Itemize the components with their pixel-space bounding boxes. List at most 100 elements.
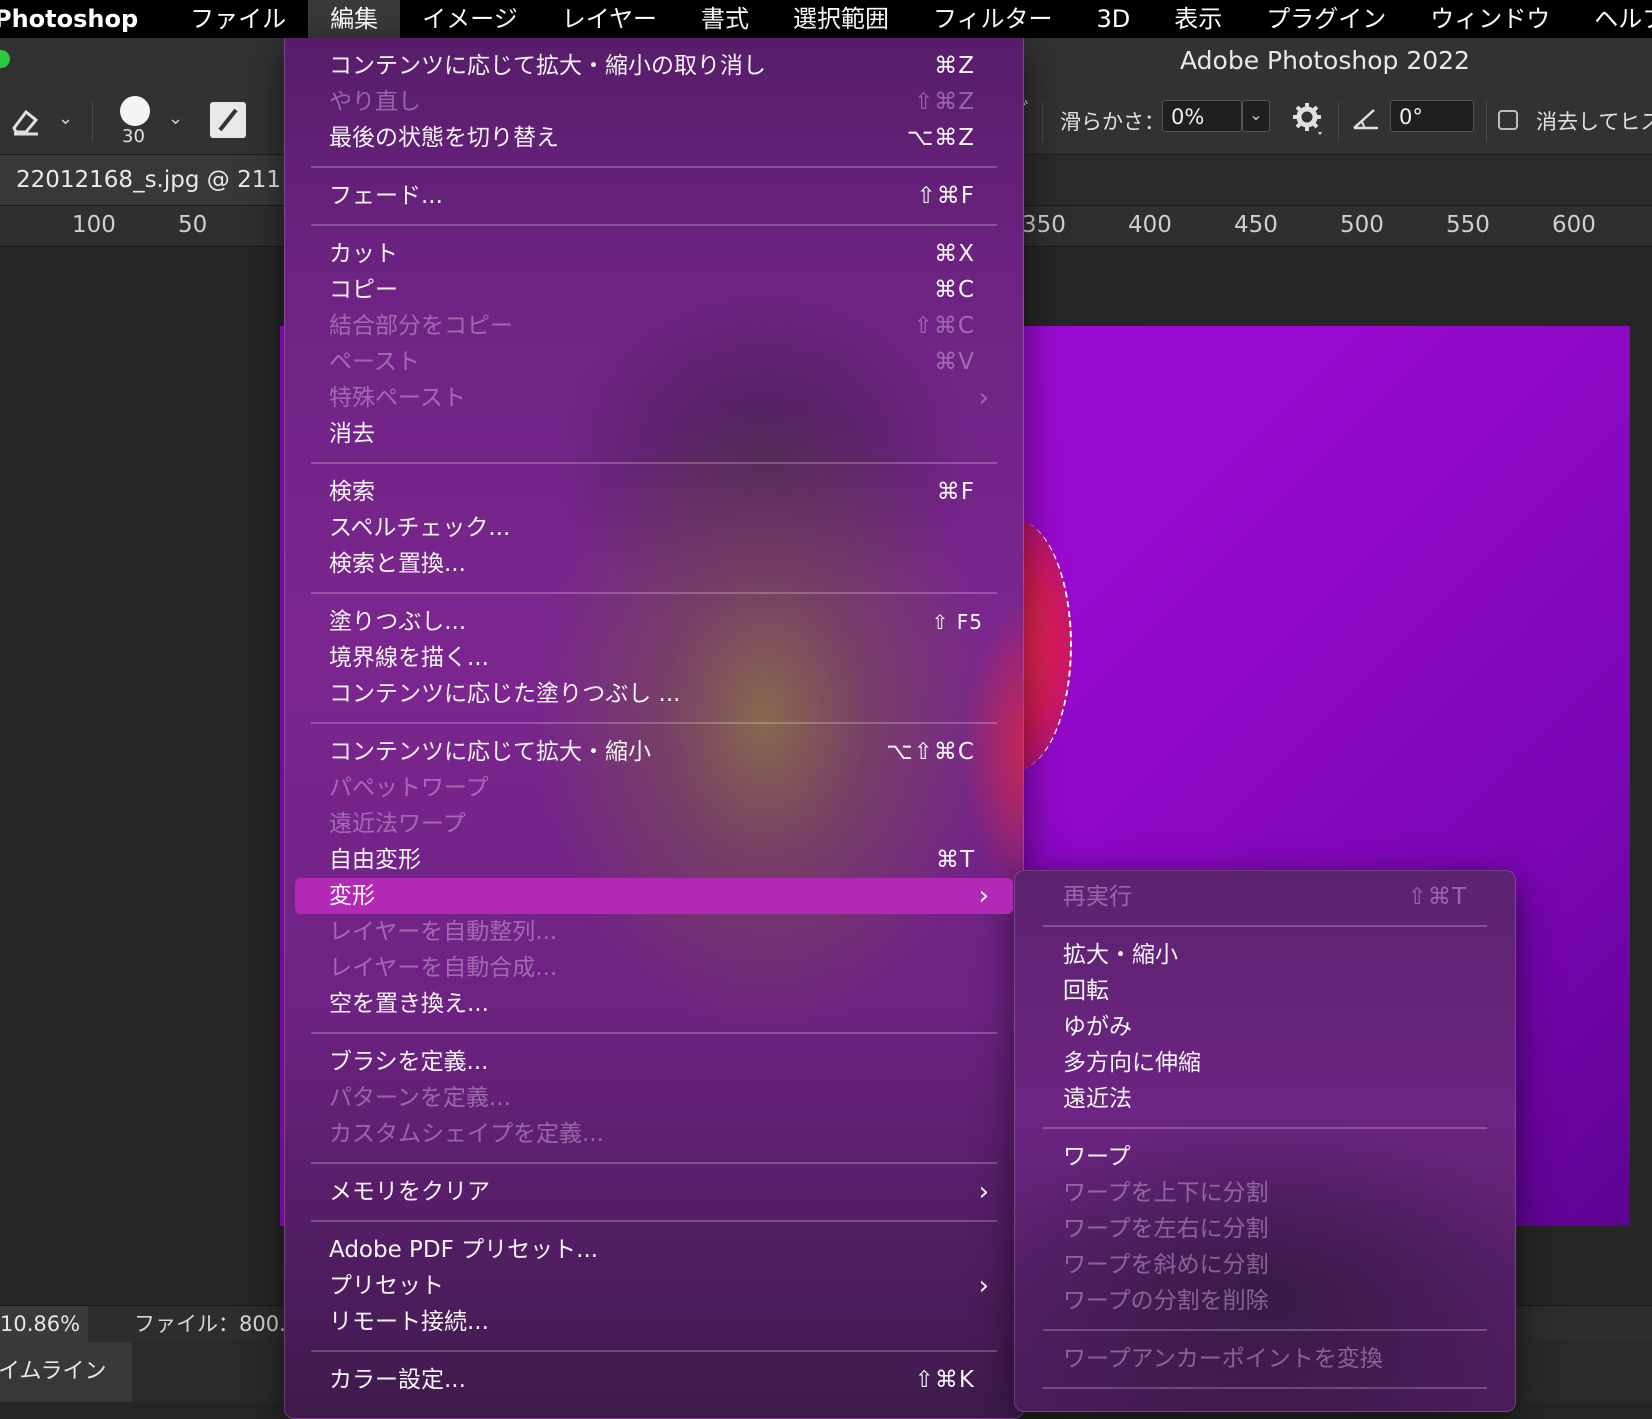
menu-item-label: 遠近法 bbox=[1063, 1086, 1132, 1112]
menu-3d[interactable]: 3D bbox=[1075, 0, 1153, 38]
menu-item-sky-replacement[interactable]: 空を置き換え... bbox=[285, 986, 1023, 1022]
menu-item-label: 拡大・縮小 bbox=[1063, 942, 1178, 968]
menu-filter[interactable]: フィルター bbox=[911, 0, 1075, 38]
menu-item-fill[interactable]: 塗りつぶし... ⇧ F5 bbox=[285, 604, 1023, 640]
menu-item-search[interactable]: 検索 ⌘F bbox=[285, 474, 1023, 510]
menu-separator bbox=[311, 224, 997, 226]
menu-item-scale[interactable]: 拡大・縮小 bbox=[1015, 937, 1515, 973]
menu-layer[interactable]: レイヤー bbox=[540, 0, 679, 38]
menu-item-content-aware-fill[interactable]: コンテンツに応じた塗りつぶし ... bbox=[285, 676, 1023, 712]
angle-icon bbox=[1352, 106, 1380, 136]
menu-type[interactable]: 書式 bbox=[679, 0, 771, 38]
menu-item-shortcut: ⇧⌘C bbox=[913, 313, 975, 339]
timeline-tab[interactable]: タイムライン bbox=[0, 1342, 132, 1402]
menu-item-skew[interactable]: ゆがみ bbox=[1015, 1009, 1515, 1045]
menu-item-undo[interactable]: コンテンツに応じて拡大・縮小の取り消し ⌘Z bbox=[285, 48, 1023, 84]
menu-item-content-aware-scale[interactable]: コンテンツに応じて拡大・縮小 ⌥⇧⌘C bbox=[285, 734, 1023, 770]
menu-item-copy-merged: 結合部分をコピー ⇧⌘C bbox=[285, 308, 1023, 344]
menu-separator bbox=[311, 166, 997, 168]
menu-separator bbox=[1043, 1329, 1487, 1331]
menu-window[interactable]: ウィンドウ bbox=[1408, 0, 1572, 38]
menu-item-define-custom-shape: カスタムシェイプを定義... bbox=[285, 1116, 1023, 1152]
menu-item-shortcut: ⌥⌘Z bbox=[906, 125, 975, 151]
brush-picker-chevron-icon[interactable]: ⌄ bbox=[168, 108, 183, 129]
menu-item-shortcut: ⌘C bbox=[933, 277, 975, 303]
zoom-level-field[interactable]: 10.86% bbox=[0, 1306, 88, 1342]
menu-item-label: 変形 bbox=[329, 883, 375, 909]
menu-item-find-replace[interactable]: 検索と置換... bbox=[285, 546, 1023, 582]
menu-item-warp[interactable]: ワープ bbox=[1015, 1139, 1515, 1175]
menu-separator bbox=[1043, 1387, 1487, 1389]
menu-item-toggle-last-state[interactable]: 最後の状態を切り替え ⌥⌘Z bbox=[285, 120, 1023, 156]
menu-edit[interactable]: 編集 bbox=[308, 0, 401, 38]
erase-to-history-checkbox[interactable] bbox=[1498, 110, 1518, 130]
angle-input[interactable]: 0° bbox=[1390, 100, 1474, 132]
ruler-label: 100 bbox=[72, 212, 116, 238]
menu-item-shortcut: ⇧⌘T bbox=[1407, 884, 1467, 910]
menu-item-remove-warp-split: ワープの分割を削除 bbox=[1015, 1283, 1515, 1319]
window-zoom-button[interactable] bbox=[0, 50, 10, 68]
menu-item-auto-align-layers: レイヤーを自動整列... bbox=[285, 914, 1023, 950]
menu-item-label: 再実行 bbox=[1063, 884, 1132, 910]
chevron-right-icon: › bbox=[978, 1177, 989, 1207]
menu-image[interactable]: イメージ bbox=[400, 0, 540, 38]
menu-separator bbox=[311, 462, 997, 464]
menu-item-label: プリセット bbox=[329, 1273, 444, 1299]
gear-icon[interactable] bbox=[1292, 102, 1324, 140]
menu-item-clear[interactable]: 消去 bbox=[285, 416, 1023, 452]
menu-item-shortcut: ⌘Z bbox=[934, 53, 975, 79]
ruler-label: 450 bbox=[1234, 212, 1278, 238]
menu-item-shortcut: ⇧ F5 bbox=[931, 610, 983, 634]
menu-item-stroke[interactable]: 境界線を描く... bbox=[285, 640, 1023, 676]
menu-item-puppet-warp: パペットワープ bbox=[285, 770, 1023, 806]
menu-select[interactable]: 選択範囲 bbox=[771, 0, 911, 38]
menu-item-label: ブラシを定義... bbox=[329, 1049, 489, 1075]
menu-item-label: リモート接続... bbox=[329, 1309, 489, 1335]
menu-item-define-brush[interactable]: ブラシを定義... bbox=[285, 1044, 1023, 1080]
brush-size-value: 30 bbox=[122, 126, 145, 147]
menu-item-transform[interactable]: 変形 › bbox=[295, 878, 1013, 914]
smoothing-input[interactable]: 0% bbox=[1162, 100, 1242, 132]
menu-item-spell-check[interactable]: スペルチェック... bbox=[285, 510, 1023, 546]
menu-item-perspective[interactable]: 遠近法 bbox=[1015, 1081, 1515, 1117]
tool-preset-chevron-icon[interactable]: ⌄ bbox=[58, 108, 73, 129]
menu-item-split-warp-horizontally: ワープを上下に分割 bbox=[1015, 1175, 1515, 1211]
ruler-label: 50 bbox=[178, 212, 208, 238]
file-info[interactable]: ファイル：800. bbox=[134, 1306, 286, 1342]
menu-item-define-pattern: パターンを定義... bbox=[285, 1080, 1023, 1116]
menu-file[interactable]: ファイル bbox=[168, 0, 308, 38]
menu-item-free-transform[interactable]: 自由変形 ⌘T bbox=[285, 842, 1023, 878]
menu-item-remote-connections[interactable]: リモート接続... bbox=[285, 1304, 1023, 1340]
menu-item-purge[interactable]: メモリをクリア › bbox=[285, 1174, 1023, 1210]
menu-separator bbox=[1043, 925, 1487, 927]
menu-item-fade[interactable]: フェード... ⇧⌘F bbox=[285, 178, 1023, 214]
brush-settings-icon[interactable] bbox=[210, 102, 246, 138]
brush-preview-icon[interactable] bbox=[120, 96, 150, 126]
menu-item-cut[interactable]: カット ⌘X bbox=[285, 236, 1023, 272]
menu-item-pdf-presets[interactable]: Adobe PDF プリセット... bbox=[285, 1232, 1023, 1268]
menu-item-label: Adobe PDF プリセット... bbox=[329, 1237, 599, 1263]
menu-item-label: ゆがみ bbox=[1063, 1014, 1132, 1040]
menu-item-rotate[interactable]: 回転 bbox=[1015, 973, 1515, 1009]
menu-item-label: レイヤーを自動整列... bbox=[329, 919, 558, 945]
menu-item-distort[interactable]: 多方向に伸縮 bbox=[1015, 1045, 1515, 1081]
menu-view[interactable]: 表示 bbox=[1152, 0, 1244, 38]
menu-item-label: コピー bbox=[329, 277, 398, 303]
menu-item-label: ワープを左右に分割 bbox=[1063, 1216, 1269, 1242]
smoothing-dropdown-button[interactable]: ⌄ bbox=[1242, 100, 1270, 132]
menu-item-color-settings[interactable]: カラー設定... ⇧⌘K bbox=[285, 1362, 1023, 1398]
chevron-right-icon: › bbox=[978, 1271, 989, 1301]
menu-item-presets[interactable]: プリセット › bbox=[285, 1268, 1023, 1304]
menu-item-shortcut: ⌘X bbox=[934, 241, 975, 267]
menu-item-label: 遠近法ワープ bbox=[329, 811, 466, 837]
menu-item-paste: ペースト ⌘V bbox=[285, 344, 1023, 380]
menu-item-copy[interactable]: コピー ⌘C bbox=[285, 272, 1023, 308]
menu-plugins[interactable]: プラグイン bbox=[1244, 0, 1408, 38]
menu-item-split-warp-crosswise: ワープを斜めに分割 bbox=[1015, 1247, 1515, 1283]
menu-item-shortcut: ⇧⌘Z bbox=[913, 89, 975, 115]
menu-help[interactable]: ヘルプ bbox=[1572, 0, 1652, 38]
menubar-app-name[interactable]: Photoshop bbox=[0, 5, 168, 33]
eraser-tool-icon[interactable] bbox=[8, 102, 44, 142]
document-tab[interactable]: 22012168_s.jpg @ 211 bbox=[0, 155, 297, 205]
menu-item-label: 結合部分をコピー bbox=[329, 313, 513, 339]
